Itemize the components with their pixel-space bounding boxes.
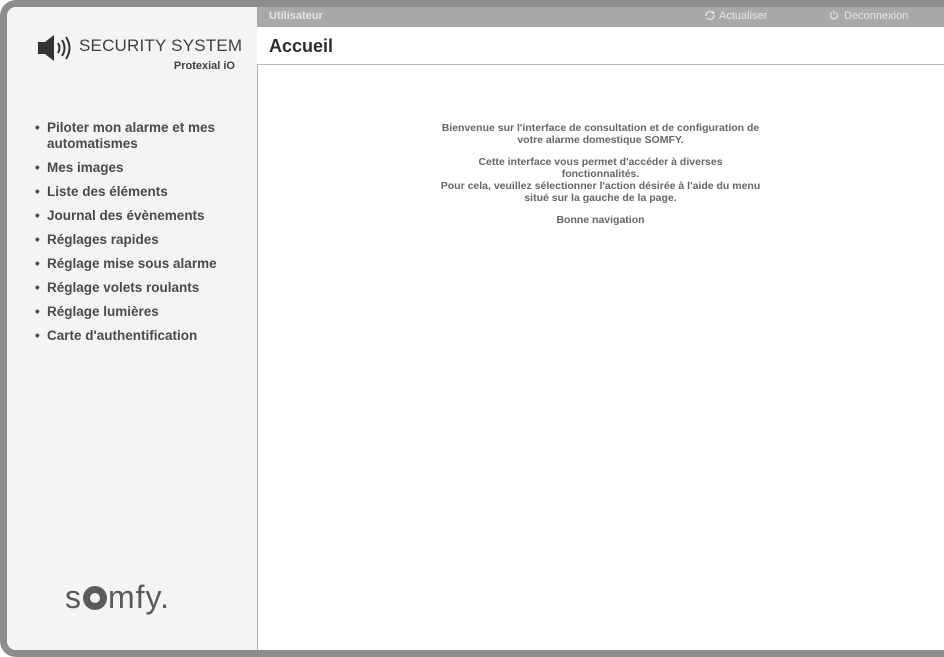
menu-item-label: Mes images [47,160,124,175]
welcome-paragraph: Bienvenue sur l'interface de consultatio… [257,122,944,146]
menu-item-reglages-rapides[interactable]: • Réglages rapides [33,232,248,248]
brand-title: SECURITY SYSTEM [79,36,243,55]
bullet: • [35,328,40,343]
closing-paragraph: Bonne navigation [257,214,944,226]
logout-link[interactable]: Deconnexion [829,10,908,22]
refresh-icon [705,10,715,20]
page-header: Accueil [257,27,944,65]
menu-item-carte-authentification[interactable]: • Carte d'authentification [33,328,248,344]
bullet: • [35,160,40,175]
bullet: • [35,184,40,199]
menu-item-elements[interactable]: • Liste des éléments [33,184,248,200]
menu-item-volets-roulants[interactable]: • Réglage volets roulants [33,280,248,296]
refresh-link[interactable]: Actualiser [704,10,767,22]
app-frame: SECURITY SYSTEM Protexial iO • Piloter mo… [0,0,944,657]
somfy-logo-s: s [65,579,82,615]
bullet: • [35,304,40,319]
somfy-logo-rest: mfy. [108,579,171,615]
menu-item-mise-sous-alarme[interactable]: • Réglage mise sous alarme [33,256,248,272]
somfy-logo: s mfy. [65,579,170,616]
bullet: • [35,120,40,135]
logout-label: Deconnexion [844,10,909,22]
welcome-line: Bienvenue sur l'interface de consultatio… [441,122,760,134]
welcome-line: Cette interface vous permet d'accéder à … [478,156,723,168]
welcome-line: Bonne navigation [556,214,645,226]
features-paragraph: Cette interface vous permet d'accéder à … [257,156,944,204]
refresh-label: Actualiser [719,10,768,22]
welcome-line: fonctionnalités. [561,168,640,180]
welcome-line: situé sur la gauche de la page. [524,192,677,204]
sidebar: SECURITY SYSTEM Protexial iO • Piloter mo… [7,7,258,650]
welcome-content: Bienvenue sur l'interface de consultatio… [257,65,944,236]
somfy-logo-o [83,586,107,610]
menu-item-label: Réglage lumières [47,304,159,319]
menu-item-label: Réglages rapides [47,232,159,247]
menu-item-journal[interactable]: • Journal des évènements [33,208,248,224]
top-bar: Utilisateur Actualiser Deconnexion [257,7,944,27]
menu-item-label: Carte d'authentification [47,328,198,343]
menu-item-lumieres[interactable]: • Réglage lumières [33,304,248,320]
menu-item-label: Journal des évènements [47,208,205,223]
speaker-icon [38,35,71,61]
menu-item-images[interactable]: • Mes images [33,160,248,176]
user-label: Utilisateur [269,10,323,22]
bullet: • [35,256,40,271]
menu-item-label: Réglage volets roulants [47,280,200,295]
bullet: • [35,232,40,247]
main-menu: • Piloter mon alarme et mes automatismes … [33,120,248,352]
welcome-line: Pour cela, veuillez sélectionner l'actio… [440,180,761,192]
logout-icon [829,10,839,20]
security-system-logo: SECURITY SYSTEM Protexial iO [29,31,249,91]
menu-item-piloter[interactable]: • Piloter mon alarme et mes automatismes [33,120,248,152]
menu-item-label: Réglage mise sous alarme [47,256,217,271]
page-title: Accueil [269,36,334,56]
welcome-line: votre alarme domestique SOMFY. [517,134,684,146]
brand-subtitle: Protexial iO [173,60,235,72]
menu-item-label: Piloter mon alarme et mes automatismes [47,120,216,151]
menu-item-label: Liste des éléments [47,184,168,199]
bullet: • [35,208,40,223]
bullet: • [35,280,40,295]
